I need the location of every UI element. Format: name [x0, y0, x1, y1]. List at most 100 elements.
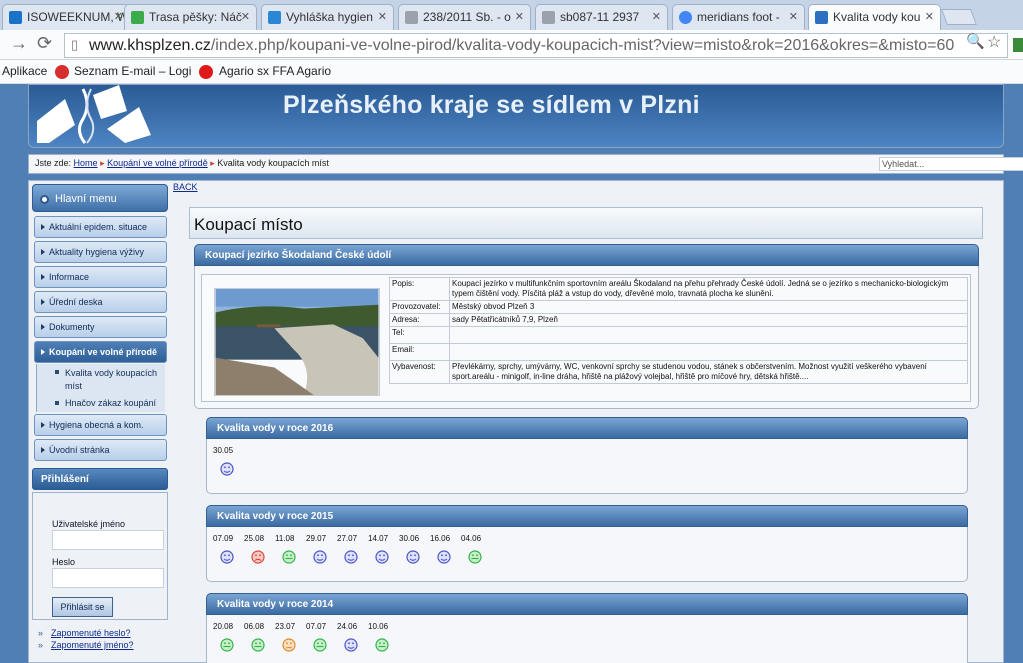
- measurement-date: 07.09: [213, 534, 234, 543]
- zoom-icon[interactable]: 🔍: [966, 32, 985, 50]
- bookmarks-bar: Aplikace Seznam E-mail – Logi Agario sx …: [0, 60, 1023, 84]
- bookmark-seznam[interactable]: Seznam E-mail – Logi: [74, 64, 191, 78]
- breadcrumb-separator-icon: ▸: [210, 158, 215, 168]
- measurement-date: 11.08: [275, 534, 295, 543]
- water-quality-green-icon: [220, 638, 234, 652]
- water-quality-green-icon: [468, 550, 482, 564]
- sidebar-item-label: Aktuality hygiena výživy: [49, 247, 145, 257]
- back-arrow-icon[interactable]: →: [10, 33, 28, 54]
- info-key: Popis:: [389, 277, 450, 301]
- site-header: Plzeňského kraje se sídlem v Plzni: [28, 84, 1004, 148]
- close-icon[interactable]: ✕: [652, 10, 661, 23]
- info-row: Adresa: sady Pětatřicátníků 7,9, Plzeň: [389, 313, 968, 327]
- login-button[interactable]: Přihlásit se: [52, 597, 113, 617]
- browser-tab[interactable]: ISOWEEKNUM, W ✕: [2, 4, 130, 30]
- page-icon: ▯: [71, 37, 79, 52]
- breadcrumb-separator-icon: ▸: [100, 158, 105, 168]
- breadcrumb-home-link[interactable]: Home: [74, 158, 98, 168]
- measurement-date: 30.06: [399, 534, 420, 543]
- year-2015-body: 07.09 25.08 11.08 29.07 27.07 14.07 30.0…: [206, 527, 968, 582]
- info-value: [449, 343, 968, 361]
- breadcrumb-koupani-link[interactable]: Koupání ve volné přírodě: [107, 158, 208, 168]
- new-tab-button[interactable]: [941, 9, 977, 25]
- sidebar-item-koupani[interactable]: Koupání ve volné přírodě: [34, 341, 167, 363]
- tab-favicon-icon: [405, 11, 418, 24]
- site-title: Plzeňského kraje se sídlem v Plzni: [283, 91, 700, 119]
- sidebar-item-uvodni[interactable]: Úvodní stránka: [34, 439, 167, 461]
- measurement-date: 23.07: [275, 622, 296, 631]
- tab-favicon-icon: [9, 11, 22, 24]
- sidebar-item-hygiena[interactable]: Hygiena obecná a kom.: [34, 414, 167, 436]
- back-link[interactable]: BACK: [173, 182, 198, 192]
- sidebar-submenu: Kvalita vody koupacích míst Hnačov zákaz…: [36, 364, 165, 412]
- breadcrumb: Jste zde: Home ▸ Koupání ve volné přírod…: [28, 154, 1023, 174]
- browser-tab[interactable]: meridians foot - ✕: [672, 4, 805, 30]
- sidebar-item-label: Úvodní stránka: [49, 445, 110, 455]
- sidebar-item-label: Dokumenty: [49, 322, 95, 332]
- browser-tab[interactable]: sb087-11 2937 ✕: [535, 4, 668, 30]
- tab-favicon-icon: [815, 11, 828, 24]
- tab-label: meridians foot -: [697, 10, 780, 24]
- tab-label: sb087-11 2937: [560, 10, 640, 24]
- tab-label: Vyhláška hygien: [286, 10, 373, 24]
- close-icon[interactable]: ✕: [241, 10, 250, 23]
- water-quality-blue-icon: [344, 550, 358, 564]
- browser-tab[interactable]: Vyhláška hygien ✕: [261, 4, 394, 30]
- year-title: Kvalita vody v roce 2015: [217, 511, 334, 522]
- bookmark-agario[interactable]: Agario sx FFA Agario: [219, 64, 331, 78]
- address-bar[interactable]: ▯ www.khsplzen.cz/index.php/koupani-ve-vo…: [64, 33, 1008, 58]
- water-quality-blue-icon: [313, 550, 327, 564]
- sidebar-item-informace[interactable]: Informace: [34, 266, 167, 288]
- water-quality-blue-icon: [406, 550, 420, 564]
- reload-icon[interactable]: ⟳: [37, 33, 52, 54]
- extension-icon[interactable]: [1013, 38, 1023, 52]
- info-value: [449, 326, 968, 344]
- measurement-date: 29.07: [306, 534, 327, 543]
- seznam-icon: [55, 65, 69, 79]
- sidebar-item-epidem[interactable]: Aktuální epidem. situace: [34, 216, 167, 238]
- subitem-label: Hnačov zákaz koupání: [65, 398, 157, 408]
- main-menu-title: Hlavní menu: [55, 193, 117, 205]
- year-2015-header: Kvalita vody v roce 2015: [206, 505, 968, 527]
- forgot-username-link[interactable]: Zapomenuté jméno?: [38, 640, 133, 650]
- menu-bullet-icon: [40, 195, 49, 204]
- close-icon[interactable]: ✕: [789, 10, 798, 23]
- year-2014-header: Kvalita vody v roce 2014: [206, 593, 968, 615]
- sidebar-item-label: Aktuální epidem. situace: [49, 222, 148, 232]
- bookmark-apps[interactable]: Aplikace: [2, 64, 47, 78]
- measurement-date: 04.06: [461, 534, 482, 543]
- sidebar-item-uredni-deska[interactable]: Úřední deska: [34, 291, 167, 313]
- place-photo: [214, 288, 380, 396]
- browser-tab-active[interactable]: Kvalita vody kou ✕: [808, 4, 941, 30]
- subitem-kvalita-vody[interactable]: Kvalita vody koupacích míst: [37, 364, 165, 395]
- place-header: Koupací jezírko Škodaland České údolí: [194, 244, 979, 266]
- sidebar-item-dokumenty[interactable]: Dokumenty: [34, 316, 167, 338]
- year-2014-body: 20.08 06.08 23.07 07.07 24.06 10.06: [206, 615, 968, 663]
- sidebar-item-label: Hygiena obecná a kom.: [49, 420, 144, 430]
- subitem-hnacov[interactable]: Hnačov zákaz koupání: [37, 395, 165, 412]
- forgot-password-link[interactable]: Zapomenuté heslo?: [38, 628, 130, 638]
- browser-tab[interactable]: Trasa pěšky: Náč ✕: [124, 4, 257, 30]
- close-icon[interactable]: ✕: [378, 10, 387, 23]
- year-2016-header: Kvalita vody v roce 2016: [206, 417, 968, 439]
- tab-favicon-icon: [131, 11, 144, 24]
- web-page: Plzeňského kraje se sídlem v Plzni Jste …: [0, 84, 1023, 663]
- search-input[interactable]: Vyhledat...: [879, 157, 1023, 171]
- place-title: Koupací jezírko Škodaland České údolí: [205, 250, 392, 261]
- breadcrumb-current: Kvalita vody koupacích míst: [217, 158, 329, 168]
- measurement-date: 24.06: [337, 622, 358, 631]
- browser-tab[interactable]: 238/2011 Sb. - o ✕: [398, 4, 531, 30]
- tab-label: Kvalita vody kou: [833, 10, 921, 24]
- info-value: sady Pětatřicátníků 7,9, Plzeň: [449, 313, 968, 327]
- close-icon[interactable]: ✕: [925, 10, 934, 23]
- password-field[interactable]: [52, 568, 164, 588]
- year-2016-body: 30.05: [206, 439, 968, 494]
- close-icon[interactable]: ✕: [114, 10, 123, 23]
- info-key: Adresa:: [389, 313, 450, 327]
- place-info-table: Popis: Koupací jezírko v multifunkčním sp…: [389, 277, 968, 384]
- close-icon[interactable]: ✕: [515, 10, 524, 23]
- bookmark-star-icon[interactable]: ☆: [987, 32, 1001, 52]
- username-field[interactable]: [52, 530, 164, 550]
- info-row: Tel:: [389, 326, 968, 344]
- sidebar-item-aktuality[interactable]: Aktuality hygiena výživy: [34, 241, 167, 263]
